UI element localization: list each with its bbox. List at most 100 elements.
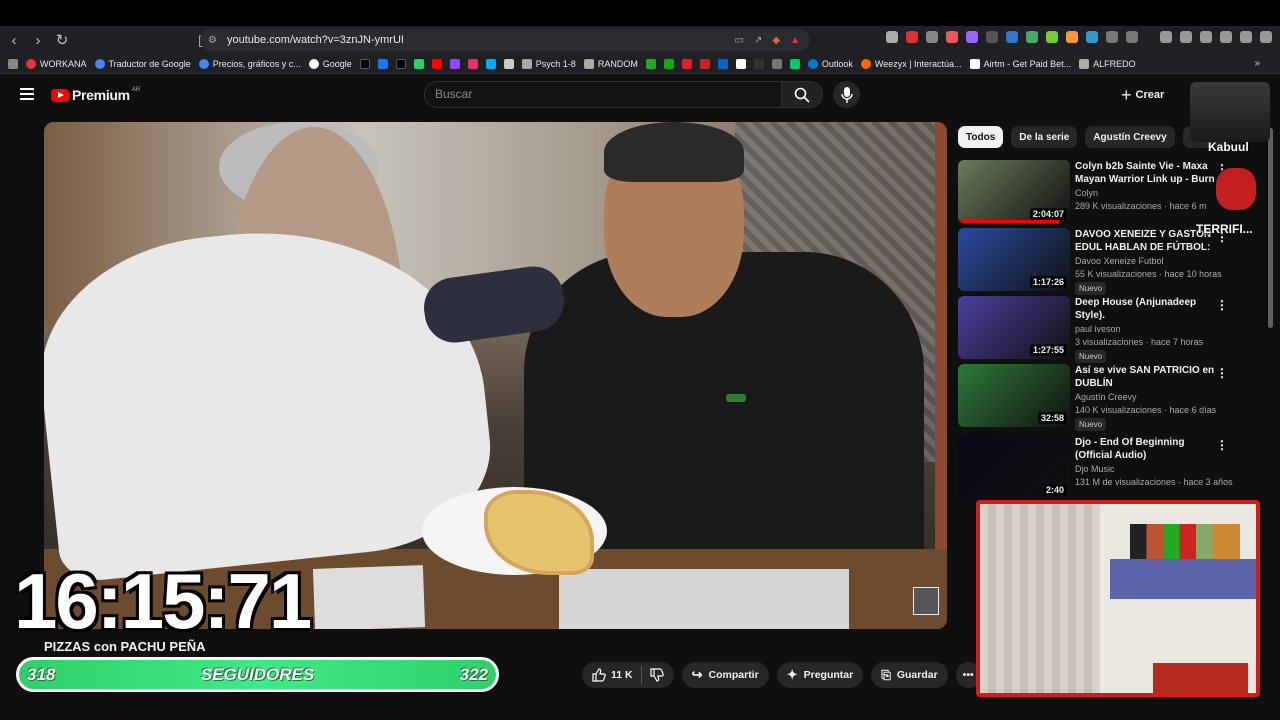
- region-code: AR: [131, 87, 141, 93]
- video-thumbnail[interactable]: 2:04:07: [958, 160, 1070, 223]
- channel-watermark[interactable]: [913, 587, 939, 615]
- facebook-icon[interactable]: [377, 58, 388, 69]
- video-title[interactable]: Deep House (Anjunadeep Style).: [1075, 296, 1220, 322]
- extension-icon[interactable]: [1046, 31, 1058, 43]
- bookmark-item[interactable]: Airtm - Get Paid Bet...: [969, 58, 1071, 69]
- back-icon[interactable]: ‹: [4, 30, 24, 50]
- voice-search-button[interactable]: [833, 81, 860, 108]
- forward-icon[interactable]: ›: [28, 30, 48, 50]
- bookmark-icon[interactable]: [771, 58, 782, 69]
- bookmark-item[interactable]: Traductor de Google: [94, 58, 191, 69]
- more-vertical-icon[interactable]: ⋮: [1216, 298, 1228, 312]
- apps-grid-icon[interactable]: [8, 58, 18, 69]
- ask-button[interactable]: ✦ Preguntar: [776, 662, 864, 688]
- bookmark-icon[interactable]: [645, 58, 656, 69]
- chip-channel[interactable]: Agustín Creevy: [1085, 126, 1175, 148]
- sidebar-icon[interactable]: [1180, 31, 1192, 43]
- more-vertical-icon[interactable]: ⋮: [1216, 366, 1228, 380]
- bookmark-item[interactable]: WORKANA: [26, 58, 87, 69]
- extension-icon[interactable]: [1086, 31, 1098, 43]
- bookmark-icon[interactable]: [663, 58, 674, 69]
- youtube-icon[interactable]: [431, 58, 442, 69]
- more-vertical-icon[interactable]: ⋮: [1216, 438, 1228, 452]
- video-thumbnail[interactable]: 2:40: [958, 436, 1070, 499]
- leo-icon[interactable]: [1220, 31, 1232, 43]
- bookmark-icon[interactable]: [735, 58, 746, 69]
- video-duration: 2:40: [1042, 484, 1067, 496]
- media-icon[interactable]: [1160, 31, 1172, 43]
- tiktok-icon[interactable]: [359, 58, 370, 69]
- whatsapp-icon[interactable]: [413, 58, 424, 69]
- placemat: [559, 569, 849, 629]
- extension-icon[interactable]: [886, 31, 898, 43]
- video-thumbnail[interactable]: 32:58: [958, 364, 1070, 427]
- share-button[interactable]: ↪ Compartir: [681, 662, 769, 688]
- extension-icon[interactable]: [966, 31, 978, 43]
- sparkle-icon: ✦: [786, 667, 798, 682]
- wallet-icon[interactable]: [1200, 31, 1212, 43]
- create-button[interactable]: + Crear: [1121, 84, 1164, 106]
- video-title[interactable]: Así se vive SAN PATRICIO en DUBLÍN: [1075, 364, 1220, 390]
- bookmark-icon[interactable]: [789, 58, 800, 69]
- save-button[interactable]: ⎘ Guardar: [871, 662, 948, 688]
- recommended-video[interactable]: 32:58 Así se vive SAN PATRICIO en DUBLÍN A…: [958, 364, 1268, 436]
- bookmark-folder[interactable]: ALFREDO: [1079, 58, 1136, 69]
- bookmark-icon[interactable]: [717, 58, 728, 69]
- bookmark-item[interactable]: Precios, gráficos y c...: [198, 58, 301, 69]
- extension-icon[interactable]: [946, 31, 958, 43]
- x-icon[interactable]: [395, 58, 406, 69]
- share-page-icon[interactable]: ↗: [754, 35, 762, 46]
- video-thumbnail[interactable]: 1:17:26: [958, 228, 1070, 291]
- channel-name[interactable]: Agustín Creevy: [1075, 392, 1137, 402]
- chip-all[interactable]: Todos: [958, 126, 1004, 148]
- extension-icon[interactable]: [1066, 31, 1078, 43]
- extension-icon[interactable]: [986, 31, 998, 43]
- install-icon[interactable]: ▭: [735, 35, 744, 46]
- bookmark-icon[interactable]: [485, 58, 496, 69]
- thumbs-up-icon: [592, 668, 606, 682]
- extensions-puzzle-icon[interactable]: [1106, 31, 1118, 43]
- search-button[interactable]: [781, 81, 823, 108]
- extension-icon[interactable]: [1006, 31, 1018, 43]
- bookmark-folder[interactable]: Psych 1-8: [521, 58, 576, 69]
- video-title[interactable]: Djo - End Of Beginning (Official Audio): [1075, 436, 1220, 462]
- bookmark-icon[interactable]: [681, 58, 692, 69]
- menu-hamburger-icon[interactable]: [20, 88, 34, 100]
- channel-name[interactable]: Davoo Xeneize Futbol: [1075, 256, 1164, 266]
- extension-icon[interactable]: [926, 31, 938, 43]
- bookmark-folder[interactable]: RANDOM: [583, 58, 638, 69]
- youtube-premium-logo[interactable]: Premium AR: [51, 87, 140, 103]
- bookmark-icon[interactable]: [753, 58, 764, 69]
- thumbs-down-icon[interactable]: [650, 668, 664, 682]
- bookmark-item[interactable]: Weezyx | Interactúa...: [860, 58, 962, 69]
- brave-shield-icon[interactable]: ◆: [772, 35, 780, 46]
- channel-name[interactable]: Djo Music: [1075, 464, 1115, 474]
- address-bar[interactable]: ⚙ youtube.com/watch?v=3znJN-ymrUI ▭ ↗ ◆ …: [200, 29, 810, 51]
- screenshot-icon[interactable]: [1126, 31, 1138, 43]
- video-player[interactable]: [44, 122, 947, 629]
- instagram-icon[interactable]: [467, 58, 478, 69]
- recommended-video[interactable]: 1:27:55 Deep House (Anjunadeep Style). pau…: [958, 296, 1268, 364]
- bookmark-item[interactable]: Outlook: [807, 58, 853, 69]
- extension-icon[interactable]: [906, 31, 918, 43]
- chip-series[interactable]: De la serie: [1011, 126, 1078, 148]
- twitch-icon[interactable]: [449, 58, 460, 69]
- channel-name[interactable]: Colyn: [1075, 188, 1098, 198]
- brave-rewards-icon[interactable]: ▲: [790, 35, 800, 46]
- like-button[interactable]: 11 K: [592, 668, 633, 682]
- bookmark-item[interactable]: Google: [308, 58, 352, 69]
- channel-name[interactable]: paul iveson: [1075, 324, 1121, 334]
- bookmark-icon[interactable]: [503, 58, 514, 69]
- more-bookmarks-icon[interactable]: »: [1254, 58, 1260, 69]
- menu-icon[interactable]: [1260, 31, 1272, 43]
- extension-icon[interactable]: [1026, 31, 1038, 43]
- reload-icon[interactable]: ↻: [52, 30, 72, 50]
- bookmark-icon[interactable]: [699, 58, 710, 69]
- bookmarks-bar: WORKANA Traductor de Google Precios, grá…: [0, 54, 1280, 74]
- vpn-icon[interactable]: [1240, 31, 1252, 43]
- site-info-icon[interactable]: ⚙: [208, 35, 217, 46]
- search-input[interactable]: Buscar: [424, 81, 782, 108]
- url-text: youtube.com/watch?v=3znJN-ymrUI: [226, 34, 404, 46]
- video-thumbnail[interactable]: 1:27:55: [958, 296, 1070, 359]
- browser-toolbar: ‹ › ↻ ▯ ⚙ youtube.com/watch?v=3znJN-ymrU…: [0, 26, 1280, 54]
